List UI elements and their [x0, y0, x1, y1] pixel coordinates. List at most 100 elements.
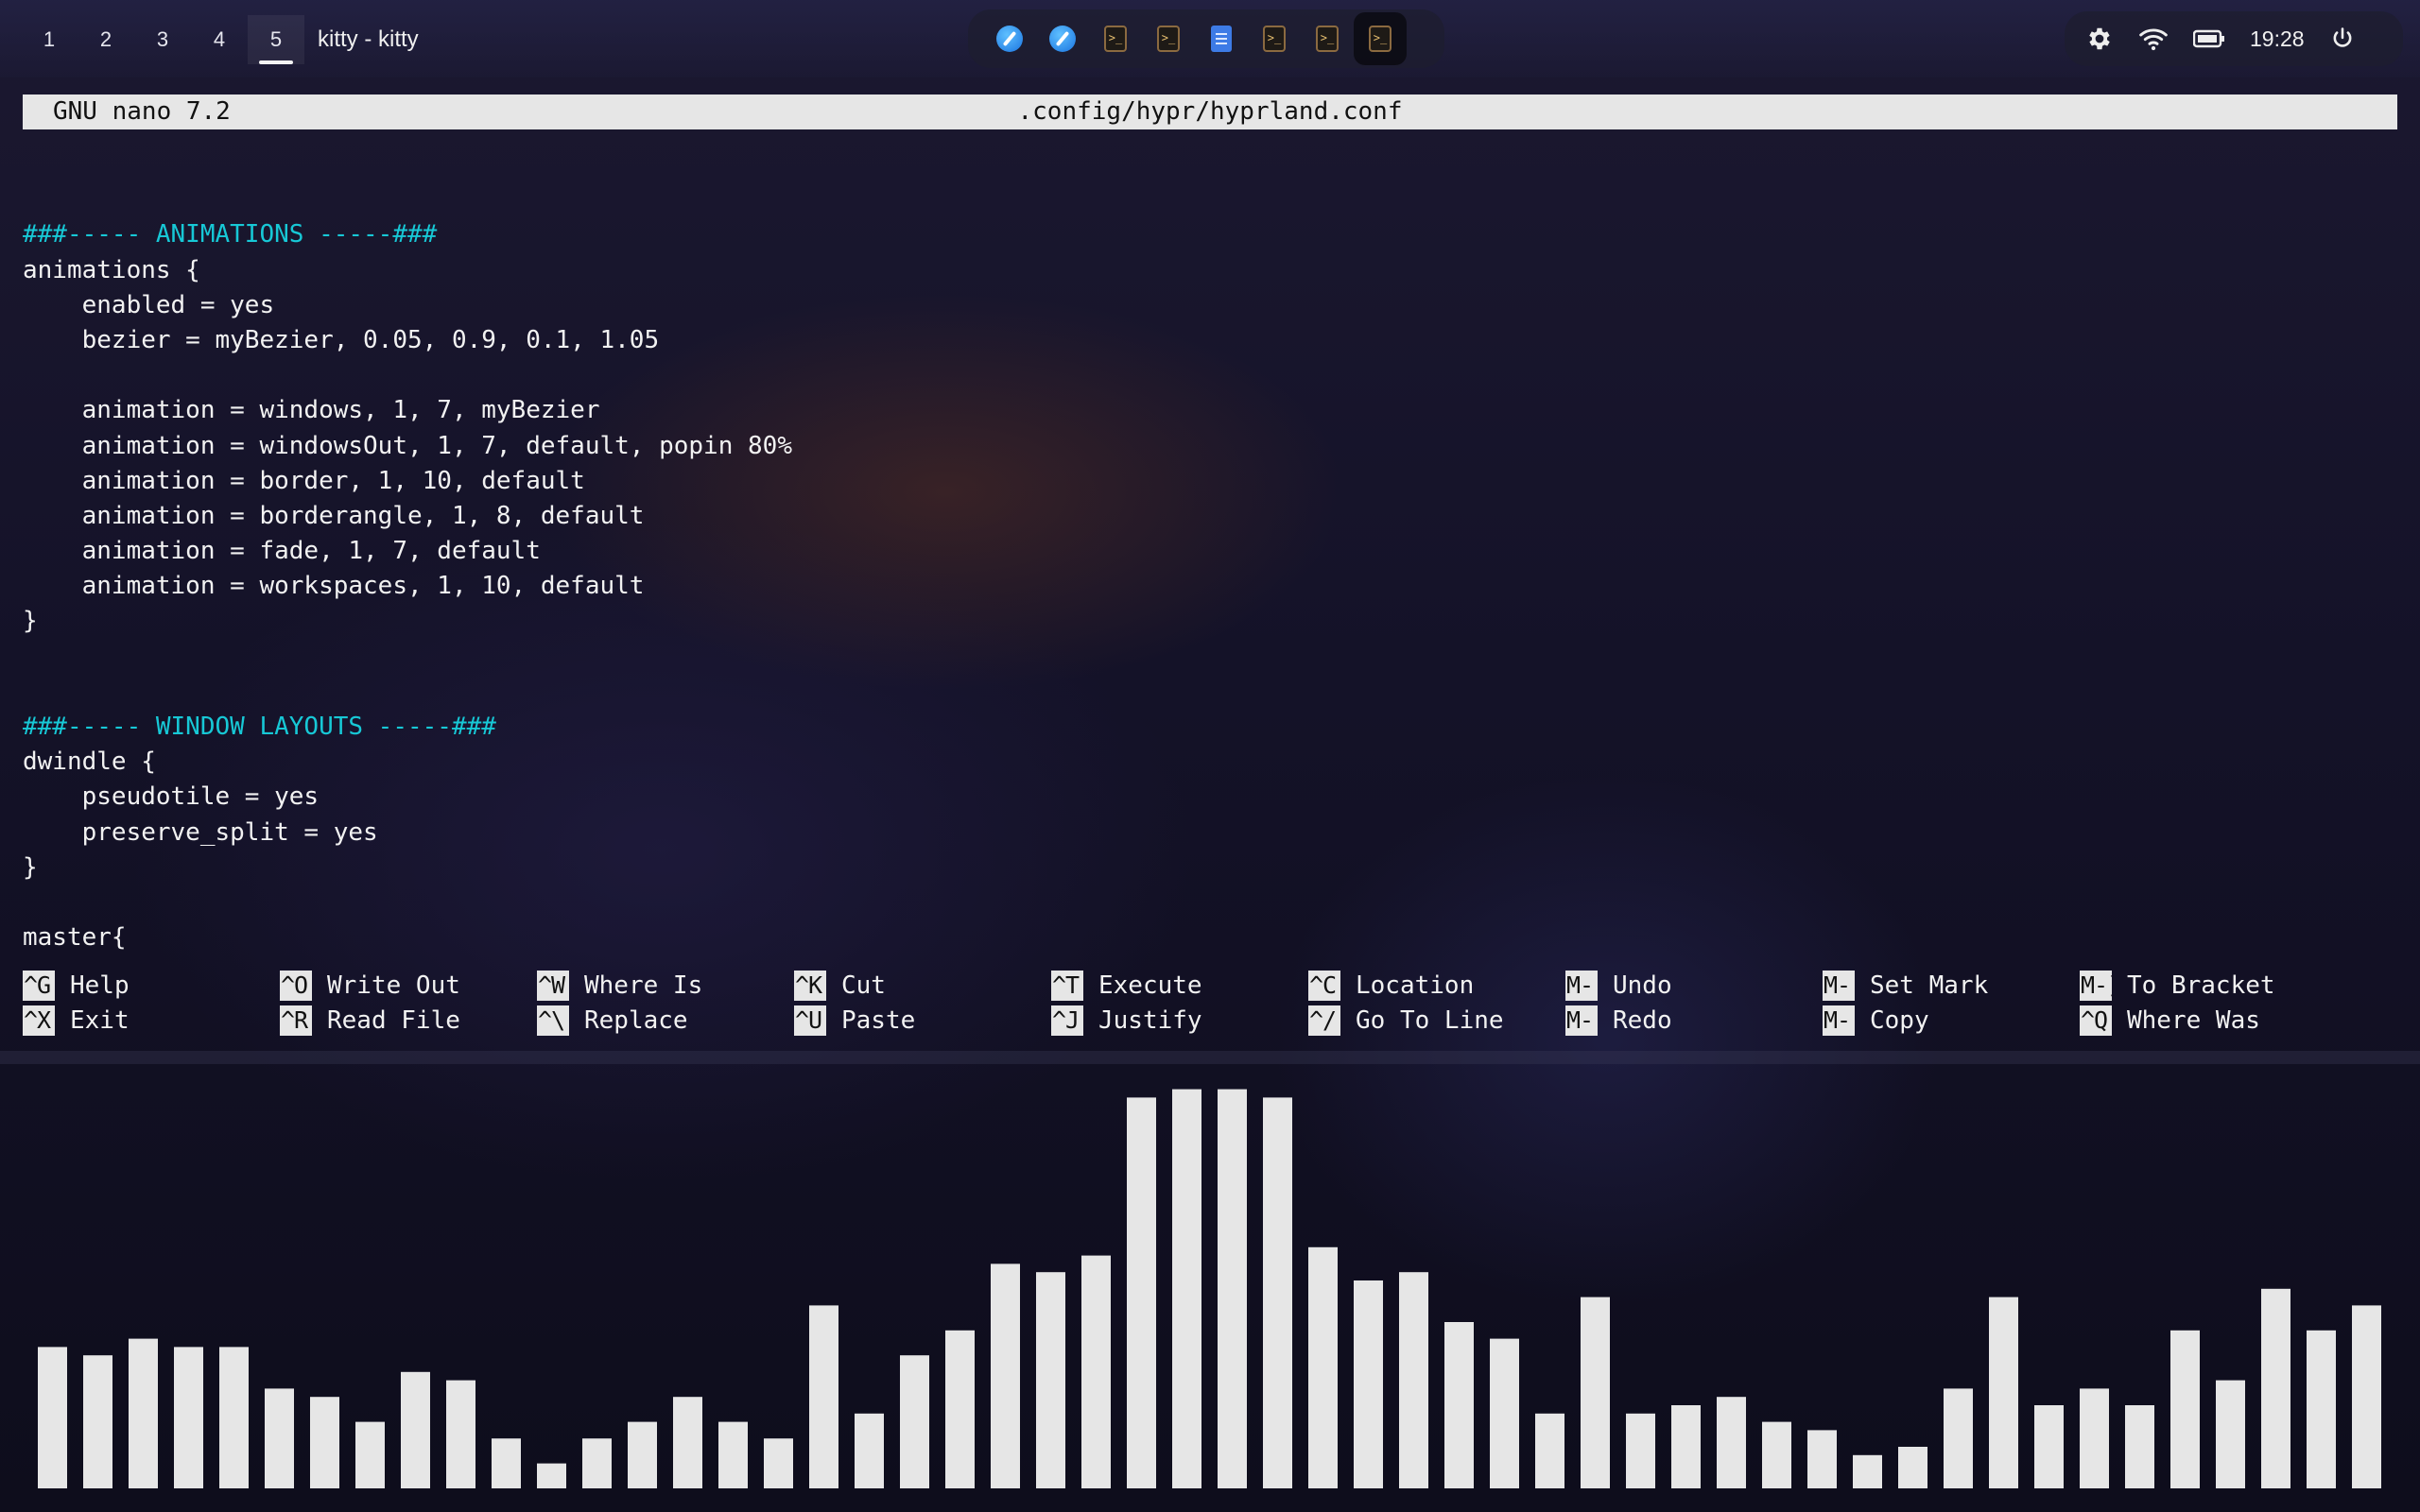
- code-line: }: [23, 852, 38, 882]
- workspace-button-5[interactable]: 5: [248, 15, 304, 64]
- shortcut-key: ^Q: [2080, 1005, 2112, 1037]
- power-icon[interactable]: [2329, 26, 2356, 52]
- dock-app-6[interactable]: >_: [1248, 12, 1301, 65]
- visualizer-bar: [1444, 1322, 1474, 1488]
- workspace-switcher: 1 2 3 4 5 kitty - kitty: [21, 15, 419, 64]
- shortcut-write-out[interactable]: ^O Write Out: [280, 968, 537, 1004]
- shortcut-read-file[interactable]: ^R Read File: [280, 1004, 537, 1040]
- visualizer-bar: [945, 1330, 975, 1488]
- code-line: }: [23, 607, 38, 636]
- shortcut-label: Cut: [841, 971, 886, 1000]
- safari-icon: [996, 26, 1023, 52]
- visualizer-bar: [2034, 1405, 2064, 1488]
- shortcut-exit[interactable]: ^X Exit: [23, 1004, 280, 1040]
- shortcut-undo[interactable]: M-U Undo: [1565, 968, 1823, 1004]
- shortcut-key: ^\: [537, 1005, 569, 1037]
- terminal-icon: >_: [1369, 26, 1392, 52]
- shortcut-copy[interactable]: M-6 Copy: [1823, 1004, 2080, 1040]
- visualizer-bar: [2261, 1288, 2290, 1488]
- dock-app-7[interactable]: >_: [1301, 12, 1354, 65]
- visualizer-bar: [1263, 1097, 1292, 1488]
- shortcut-replace[interactable]: ^\ Replace: [537, 1004, 794, 1040]
- dock-app-3[interactable]: >_: [1089, 12, 1142, 65]
- visualizer-bar: [900, 1355, 929, 1488]
- shortcut-execute[interactable]: ^T Execute: [1051, 968, 1308, 1004]
- workspace-button-3[interactable]: 3: [134, 15, 191, 64]
- visualizer-bar: [1581, 1297, 1610, 1488]
- shortcut-location[interactable]: ^C Location: [1308, 968, 1565, 1004]
- visualizer-bar: [1807, 1430, 1837, 1488]
- visualizer-bar: [582, 1438, 612, 1488]
- visualizer-bar: [1308, 1246, 1338, 1488]
- shortcut-label: Replace: [584, 1006, 688, 1036]
- pane-divider: [0, 1051, 2420, 1064]
- shortcut-key: ^O: [280, 970, 312, 1001]
- settings-icon[interactable]: [2085, 25, 2114, 53]
- dock-app-8[interactable]: >_: [1354, 12, 1407, 65]
- shortcut-label: Help: [70, 971, 130, 1000]
- shortcut-label: Go To Line: [1356, 1006, 1504, 1036]
- visualizer-bar: [1671, 1405, 1701, 1488]
- wifi-icon[interactable]: [2138, 26, 2169, 52]
- shortcut-row: ^X Exit ^R Read File ^\ Replace ^U Paste ^J Justi…: [23, 1004, 2397, 1040]
- visualizer-bar: [1399, 1272, 1428, 1488]
- shortcut-label: Copy: [1870, 1006, 1929, 1036]
- workspace-button-2[interactable]: 2: [78, 15, 134, 64]
- code-line: enabled = yes: [23, 290, 275, 319]
- shortcut-bar: ^G Help ^O Write Out ^W Where Is ^K Cut ^T Execut…: [23, 968, 2397, 1039]
- dock-app-2[interactable]: [1036, 12, 1089, 65]
- terminal-icon: >_: [1157, 26, 1180, 52]
- shortcut-set-mark[interactable]: M-A Set Mark: [1823, 968, 2080, 1004]
- editor-text-area[interactable]: ###----- ANIMATIONS -----### animations {…: [23, 147, 2397, 955]
- shortcut-key: ^K: [794, 970, 826, 1001]
- shortcut-where-is[interactable]: ^W Where Is: [537, 968, 794, 1004]
- visualizer-bar: [809, 1305, 838, 1488]
- dock-app-5[interactable]: [1195, 12, 1248, 65]
- battery-icon[interactable]: [2193, 29, 2225, 48]
- shortcut-key: M-A: [1823, 970, 1855, 1001]
- shortcut-to-bracket[interactable]: M-] To Bracket: [2080, 968, 2337, 1004]
- visualizer-bar: [2170, 1330, 2200, 1488]
- code-line: animation = borderangle, 1, 8, default: [23, 501, 645, 530]
- shortcut-redo[interactable]: M-E Redo: [1565, 1004, 1823, 1040]
- shortcut-label: Set Mark: [1870, 971, 1989, 1000]
- shortcut-help[interactable]: ^G Help: [23, 968, 280, 1004]
- visualizer-bar: [38, 1347, 67, 1488]
- shortcut-cut[interactable]: ^K Cut: [794, 968, 1051, 1004]
- shortcut-key: ^C: [1308, 970, 1340, 1001]
- workspace-button-1[interactable]: 1: [21, 15, 78, 64]
- visualizer-bar: [83, 1355, 112, 1488]
- visualizer-bar: [718, 1421, 748, 1488]
- workspace-button-4[interactable]: 4: [191, 15, 248, 64]
- code-line: bezier = myBezier, 0.05, 0.9, 0.1, 1.05: [23, 325, 660, 354]
- dock-app-4[interactable]: >_: [1142, 12, 1195, 65]
- visualizer-bar: [1218, 1089, 1247, 1488]
- code-line: preserve_split = yes: [23, 817, 378, 847]
- code-line: dwindle {: [23, 747, 156, 777]
- shortcut-go-to-line[interactable]: ^/ Go To Line: [1308, 1004, 1565, 1040]
- shortcut-label: Read File: [327, 1006, 460, 1036]
- shortcut-key: M-6: [1823, 1005, 1855, 1037]
- shortcut-justify[interactable]: ^J Justify: [1051, 1004, 1308, 1040]
- shortcut-label: Where Was: [2127, 1006, 2260, 1036]
- terminal-icon: >_: [1104, 26, 1127, 52]
- visualizer-bar: [764, 1438, 793, 1488]
- shortcut-label: Exit: [70, 1006, 130, 1036]
- visualizer-bar: [355, 1421, 385, 1488]
- shortcut-label: To Bracket: [2127, 971, 2275, 1000]
- visualizer-bar: [446, 1380, 475, 1488]
- visualizer-bar: [492, 1438, 521, 1488]
- shortcut-label: Justify: [1098, 1006, 1202, 1036]
- shortcut-paste[interactable]: ^U Paste: [794, 1004, 1051, 1040]
- shortcut-key: ^J: [1051, 1005, 1083, 1037]
- visualizer-bar: [1626, 1413, 1655, 1488]
- dock-app-1[interactable]: [983, 12, 1036, 65]
- text-editor-icon: [1211, 26, 1232, 52]
- shortcut-label: Write Out: [327, 971, 460, 1000]
- shortcut-where-was[interactable]: ^Q Where Was: [2080, 1004, 2337, 1040]
- audio-visualizer: [38, 1089, 2381, 1488]
- visualizer-bar: [310, 1397, 339, 1488]
